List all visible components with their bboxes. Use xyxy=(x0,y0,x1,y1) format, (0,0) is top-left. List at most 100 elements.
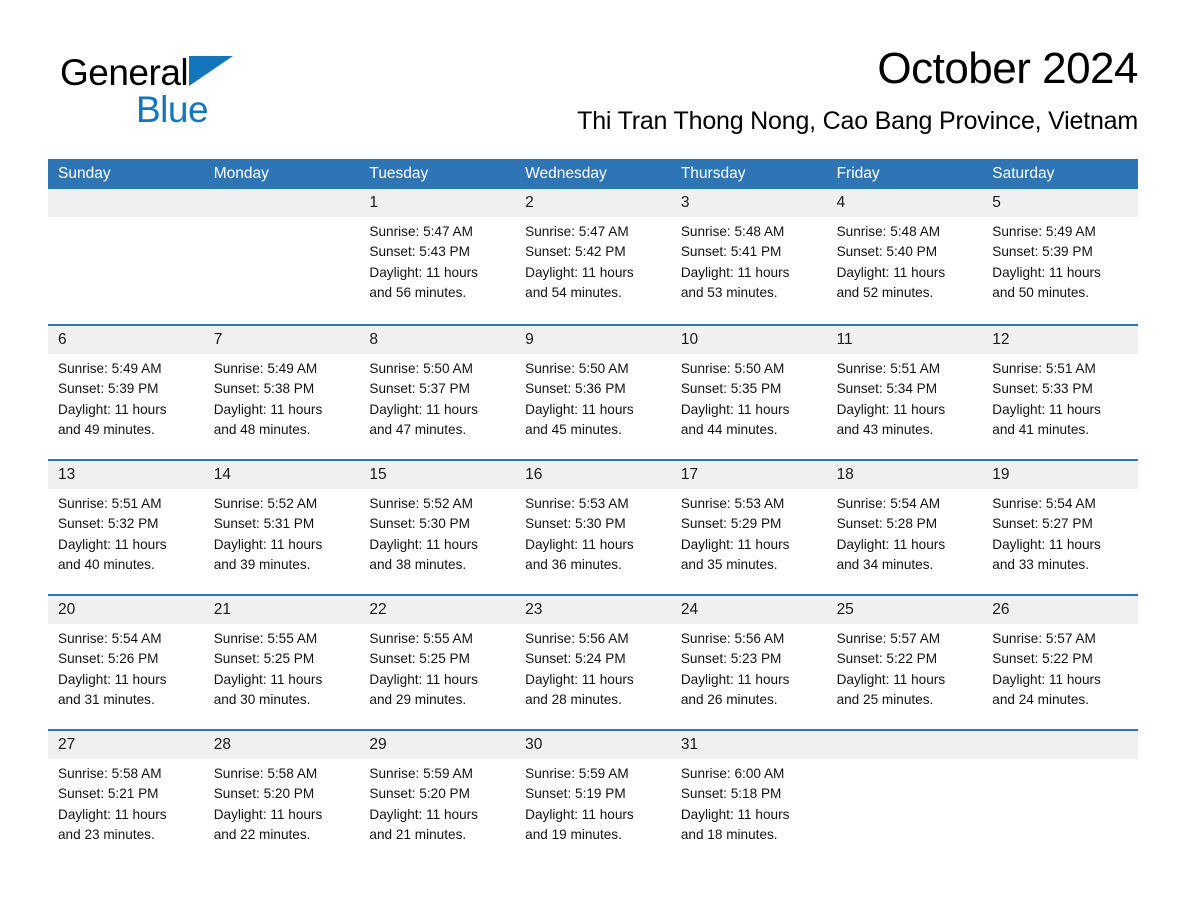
day-sun-info: Sunrise: 5:53 AM Sunset: 5:29 PM Dayligh… xyxy=(680,496,790,572)
location-subtitle: Thi Tran Thong Nong, Cao Bang Province, … xyxy=(577,107,1138,135)
calendar-table: Sunday Monday Tuesday Wednesday Thursday… xyxy=(48,159,1138,864)
logo-text-general: General xyxy=(60,52,189,93)
day-sun-info: Sunrise: 5:52 AM Sunset: 5:31 PM Dayligh… xyxy=(213,496,323,572)
day-cell[interactable]: 6 Sunrise: 5:49 AM Sunset: 5:39 PM Daylig… xyxy=(48,326,204,461)
day-cell[interactable]: 22 Sunrise: 5:55 AM Sunset: 5:25 PM Dayli… xyxy=(359,596,515,731)
day-sun-info: Sunrise: 5:59 AM Sunset: 5:19 PM Dayligh… xyxy=(525,766,634,842)
day-sun-info: Sunrise: 5:50 AM Sunset: 5:36 PM Dayligh… xyxy=(525,361,634,437)
day-number: 17 xyxy=(680,466,699,483)
day-number: 18 xyxy=(836,466,854,483)
day-number xyxy=(214,189,356,217)
day-sun-info: Sunrise: 5:55 AM Sunset: 5:25 PM Dayligh… xyxy=(369,631,478,707)
day-sun-info: Sunrise: 5:52 AM Sunset: 5:30 PM Dayligh… xyxy=(369,496,478,572)
day-cell[interactable]: 31 Sunrise: 6:00 AM Sunset: 5:18 PM Dayli… xyxy=(671,731,827,866)
day-cell[interactable]: 20 Sunrise: 5:54 AM Sunset: 5:26 PM Dayli… xyxy=(48,596,204,731)
calendar-week-grid: 6 Sunrise: 5:49 AM Sunset: 5:39 PM Daylig… xyxy=(48,326,1138,461)
weekday-friday: Friday xyxy=(836,165,880,182)
weekday-thursday: Thursday xyxy=(680,165,746,182)
day-sun-info: Sunrise: 5:56 AM Sunset: 5:24 PM Dayligh… xyxy=(525,631,634,707)
day-number: 15 xyxy=(369,466,387,483)
calendar-week-grid: 27 Sunrise: 5:58 AM Sunset: 5:21 PM Dayli… xyxy=(48,731,1138,866)
day-number xyxy=(58,189,200,217)
day-number: 31 xyxy=(680,736,699,753)
day-number: 3 xyxy=(680,194,690,211)
day-cell[interactable]: 1 Sunrise: 5:47 AM Sunset: 5:43 PM Daylig… xyxy=(359,189,515,324)
day-number xyxy=(992,731,1134,759)
day-sun-info: Sunrise: 5:48 AM Sunset: 5:41 PM Dayligh… xyxy=(680,224,790,300)
day-number: 10 xyxy=(680,331,699,348)
day-number: 21 xyxy=(213,601,231,618)
calendar-week-row: 20 Sunrise: 5:54 AM Sunset: 5:26 PM Dayli… xyxy=(48,594,1138,729)
day-sun-info: Sunrise: 5:47 AM Sunset: 5:42 PM Dayligh… xyxy=(525,224,634,300)
day-sun-info: Sunrise: 5:51 AM Sunset: 5:33 PM Dayligh… xyxy=(992,361,1101,437)
calendar-weeks: 1 Sunrise: 5:47 AM Sunset: 5:43 PM Daylig… xyxy=(48,189,1138,864)
day-number: 24 xyxy=(680,601,699,618)
weekday-wednesday: Wednesday xyxy=(525,165,607,182)
day-number: 26 xyxy=(992,601,1010,618)
day-sun-info: Sunrise: 5:49 AM Sunset: 5:38 PM Dayligh… xyxy=(213,361,323,437)
day-cell[interactable]: 12 Sunrise: 5:51 AM Sunset: 5:33 PM Dayli… xyxy=(982,326,1138,461)
day-number: 27 xyxy=(58,736,76,753)
day-number: 9 xyxy=(525,331,534,348)
day-cell[interactable]: 26 Sunrise: 5:57 AM Sunset: 5:22 PM Dayli… xyxy=(982,596,1138,731)
calendar-week-grid: 20 Sunrise: 5:54 AM Sunset: 5:26 PM Dayli… xyxy=(48,596,1138,731)
day-cell[interactable]: 30 Sunrise: 5:59 AM Sunset: 5:19 PM Dayli… xyxy=(515,731,671,866)
day-cell[interactable]: 10 Sunrise: 5:50 AM Sunset: 5:35 PM Dayli… xyxy=(671,326,827,461)
day-cell[interactable]: 25 Sunrise: 5:57 AM Sunset: 5:22 PM Dayli… xyxy=(827,596,983,731)
day-sun-info: Sunrise: 5:54 AM Sunset: 5:28 PM Dayligh… xyxy=(836,496,946,572)
day-sun-info: Sunrise: 5:51 AM Sunset: 5:34 PM Dayligh… xyxy=(836,361,946,437)
day-cell[interactable]: 7 Sunrise: 5:49 AM Sunset: 5:38 PM Daylig… xyxy=(204,326,360,461)
day-sun-info: Sunrise: 5:54 AM Sunset: 5:27 PM Dayligh… xyxy=(992,496,1101,572)
day-cell[interactable]: 8 Sunrise: 5:50 AM Sunset: 5:37 PM Daylig… xyxy=(359,326,515,461)
day-number: 1 xyxy=(369,194,379,211)
calendar-week-row: 1 Sunrise: 5:47 AM Sunset: 5:43 PM Daylig… xyxy=(48,189,1138,324)
day-cell[interactable]: 17 Sunrise: 5:53 AM Sunset: 5:29 PM Dayli… xyxy=(671,461,827,596)
day-cell[interactable]: 15 Sunrise: 5:52 AM Sunset: 5:30 PM Dayli… xyxy=(359,461,515,596)
day-number: 6 xyxy=(58,331,67,348)
day-cell[interactable]: 11 Sunrise: 5:51 AM Sunset: 5:34 PM Dayli… xyxy=(827,326,983,461)
day-sun-info: Sunrise: 5:57 AM Sunset: 5:22 PM Dayligh… xyxy=(992,631,1101,707)
day-number: 2 xyxy=(525,194,534,211)
day-cell[interactable]: 2 Sunrise: 5:47 AM Sunset: 5:42 PM Daylig… xyxy=(515,189,671,324)
day-sun-info: Sunrise: 5:48 AM Sunset: 5:40 PM Dayligh… xyxy=(836,224,946,300)
day-cell[interactable]: 21 Sunrise: 5:55 AM Sunset: 5:25 PM Dayli… xyxy=(204,596,360,731)
day-sun-info: Sunrise: 5:54 AM Sunset: 5:26 PM Dayligh… xyxy=(58,631,167,707)
day-sun-info: Sunrise: 5:50 AM Sunset: 5:37 PM Dayligh… xyxy=(369,361,478,437)
day-sun-info: Sunrise: 5:49 AM Sunset: 5:39 PM Dayligh… xyxy=(992,224,1101,300)
day-cell[interactable]: 9 Sunrise: 5:50 AM Sunset: 5:36 PM Daylig… xyxy=(515,326,671,461)
day-cell[interactable]: 13 Sunrise: 5:51 AM Sunset: 5:32 PM Dayli… xyxy=(48,461,204,596)
day-cell[interactable]: 24 Sunrise: 5:56 AM Sunset: 5:23 PM Dayli… xyxy=(671,596,827,731)
day-number: 29 xyxy=(369,736,387,753)
day-cell[interactable]: 23 Sunrise: 5:56 AM Sunset: 5:24 PM Dayli… xyxy=(515,596,671,731)
calendar-week-row: 13 Sunrise: 5:51 AM Sunset: 5:32 PM Dayli… xyxy=(48,459,1138,594)
day-sun-info: Sunrise: 5:51 AM Sunset: 5:32 PM Dayligh… xyxy=(58,496,167,572)
day-number: 16 xyxy=(525,466,543,483)
generalblue-logo[interactable]: General Blue xyxy=(60,52,360,136)
day-number: 11 xyxy=(836,331,853,348)
calendar-week-row: 6 Sunrise: 5:49 AM Sunset: 5:39 PM Daylig… xyxy=(48,324,1138,459)
logo-top-row: General xyxy=(60,52,360,94)
day-sun-info: Sunrise: 5:47 AM Sunset: 5:43 PM Dayligh… xyxy=(369,224,478,300)
day-cell-empty xyxy=(204,189,360,324)
weekday-sunday: Sunday xyxy=(58,165,111,182)
day-cell[interactable]: 28 Sunrise: 5:58 AM Sunset: 5:20 PM Dayli… xyxy=(204,731,360,866)
day-cell[interactable]: 27 Sunrise: 5:58 AM Sunset: 5:21 PM Dayli… xyxy=(48,731,204,866)
day-number: 7 xyxy=(213,331,223,348)
day-cell[interactable]: 19 Sunrise: 5:54 AM Sunset: 5:27 PM Dayli… xyxy=(982,461,1138,596)
day-sun-info: Sunrise: 5:59 AM Sunset: 5:20 PM Dayligh… xyxy=(369,766,478,842)
day-cell[interactable]: 5 Sunrise: 5:49 AM Sunset: 5:39 PM Daylig… xyxy=(982,189,1138,324)
day-cell[interactable]: 18 Sunrise: 5:54 AM Sunset: 5:28 PM Dayli… xyxy=(827,461,983,596)
day-sun-info: Sunrise: 5:56 AM Sunset: 5:23 PM Dayligh… xyxy=(680,631,790,707)
day-cell[interactable]: 3 Sunrise: 5:48 AM Sunset: 5:41 PM Daylig… xyxy=(671,189,827,324)
day-cell[interactable]: 14 Sunrise: 5:52 AM Sunset: 5:31 PM Dayli… xyxy=(204,461,360,596)
day-cell[interactable]: 16 Sunrise: 5:53 AM Sunset: 5:30 PM Dayli… xyxy=(515,461,671,596)
day-cell[interactable]: 4 Sunrise: 5:48 AM Sunset: 5:40 PM Daylig… xyxy=(827,189,983,324)
day-number: 19 xyxy=(992,466,1010,483)
day-cell[interactable]: 29 Sunrise: 5:59 AM Sunset: 5:20 PM Dayli… xyxy=(359,731,515,866)
day-sun-info: Sunrise: 5:57 AM Sunset: 5:22 PM Dayligh… xyxy=(836,631,946,707)
day-cell-empty xyxy=(48,189,204,324)
day-number: 22 xyxy=(369,601,387,618)
weekday-header-row: Sunday Monday Tuesday Wednesday Thursday… xyxy=(48,159,1138,189)
day-sun-info: Sunrise: 5:58 AM Sunset: 5:21 PM Dayligh… xyxy=(58,766,167,842)
day-sun-info: Sunrise: 5:53 AM Sunset: 5:30 PM Dayligh… xyxy=(525,496,634,572)
